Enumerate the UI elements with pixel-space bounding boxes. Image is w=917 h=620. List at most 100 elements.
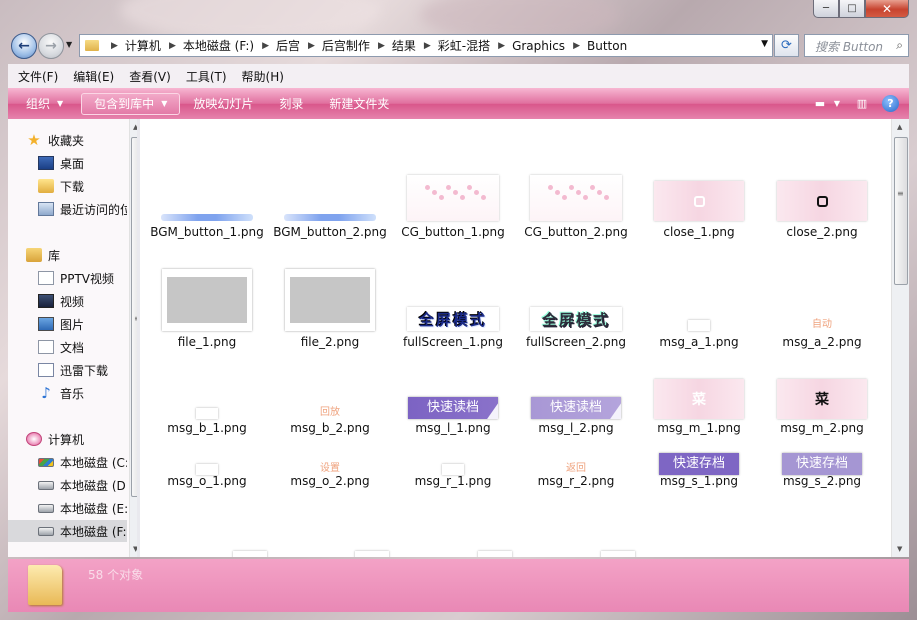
file-item[interactable]: 快速存档 msg_s_1.png [640, 119, 758, 557]
back-arrow-icon: ← [18, 38, 30, 54]
file-thumbnail[interactable] [355, 551, 389, 557]
breadcrumb-chevron-icon[interactable]: ▶ [424, 41, 431, 51]
library-folder-icon [38, 271, 54, 285]
library-icon [26, 248, 42, 262]
nav-label: 文档 [60, 340, 85, 355]
nav-drive-f[interactable]: 本地磁盘 (F:) [8, 520, 127, 542]
file-item[interactable]: msg_o_1.png [148, 119, 266, 557]
breadcrumb-item[interactable]: Button [587, 39, 627, 53]
recent-pages-dropdown[interactable]: ▼ [66, 40, 72, 49]
item-count: 58 个对象 [88, 568, 144, 582]
nav-label: 本地磁盘 (E:) [60, 501, 127, 516]
file-item[interactable]: msg_r_1.png [394, 119, 512, 557]
file-name: msg_o_2.png [290, 474, 370, 488]
content-scrollbar[interactable]: ▲ ≡ ▼ [891, 119, 909, 557]
breadcrumb-chevron-icon[interactable]: ▶ [169, 41, 176, 51]
nav-label: 本地磁盘 (F:) [60, 524, 127, 539]
nav-drive-e[interactable]: 本地磁盘 (E:) [38, 497, 127, 519]
view-icon: ▬ [814, 96, 826, 110]
preview-pane-button[interactable]: ▥ [852, 93, 872, 113]
include-in-library-button[interactable]: 包含到库中 ▼ [81, 92, 181, 115]
menu-file[interactable]: 文件(F) [18, 68, 58, 85]
search-placeholder: 搜索 Button [815, 40, 884, 54]
help-icon[interactable]: ? [882, 94, 899, 112]
star-icon: ★ [27, 131, 41, 149]
file-thumbnail[interactable] [601, 551, 635, 557]
view-options-button[interactable]: ▬ [810, 93, 830, 113]
nav-label: 桌面 [60, 156, 85, 171]
nav-label: 图片 [60, 317, 85, 332]
search-input[interactable]: 搜索 Button ⌕ [804, 34, 909, 57]
breadcrumb-item[interactable]: 结果 [392, 37, 416, 54]
scroll-up-icon[interactable]: ▲ [897, 123, 902, 131]
content-scroll-thumb[interactable] [894, 137, 908, 285]
nav-label: 视频 [60, 294, 85, 309]
back-button[interactable]: ← [11, 33, 37, 59]
view-dropdown[interactable]: ▼ [832, 93, 842, 113]
breadcrumb-chevron-icon[interactable]: ▶ [111, 41, 118, 51]
breadcrumb-chevron-icon[interactable]: ▶ [498, 41, 505, 51]
command-bar: 组织 ▼ 包含到库中 ▼ 放映幻灯片 刻录 新建文件夹 ▬ ▼ ▥ ? [8, 88, 909, 119]
address-bar[interactable]: ▶ 计算机 ▶ 本地磁盘 (F:) ▶ 后宫 ▶ 后宫制作 ▶ 结果 ▶ 彩虹-混搭 ▶ Graphics… [79, 34, 773, 57]
folder-icon [28, 565, 62, 605]
file-thumbnail[interactable] [233, 551, 267, 557]
breadcrumb-item[interactable]: 彩虹-混搭 [438, 37, 490, 54]
drive-icon [38, 503, 54, 513]
close-button[interactable]: ✕ [865, 0, 909, 18]
nav-label: PPTV视频 [60, 271, 115, 286]
file-item[interactable]: 快速存档 msg_s_2.png [763, 119, 881, 557]
forward-button[interactable]: → [38, 33, 64, 59]
nav-label: 迅雷下载 [60, 363, 109, 378]
folder-icon [85, 40, 99, 51]
thumbnail-text: 快速存档 [672, 456, 725, 471]
organize-label: 组织 [26, 97, 51, 111]
breadcrumb-chevron-icon[interactable]: ▶ [573, 41, 580, 51]
library-folder-icon [38, 363, 54, 377]
nav-label: 收藏夹 [48, 133, 85, 148]
file-name: msg_o_1.png [167, 474, 247, 488]
nav-drive-d[interactable]: 本地磁盘 (D:) [38, 474, 127, 496]
video-icon [38, 294, 54, 308]
breadcrumb-item[interactable]: 计算机 [125, 37, 161, 54]
nav-recent[interactable]: 最近访问的位置 [38, 198, 127, 220]
menu-tools[interactable]: 工具(T) [186, 68, 227, 85]
nav-favorites[interactable]: ★ 收藏夹 [26, 129, 143, 151]
breadcrumb-chevron-icon[interactable]: ▶ [378, 41, 385, 51]
desktop-icon [38, 156, 54, 170]
nav-computer[interactable]: 计算机 [26, 428, 143, 450]
breadcrumb-chevron-icon[interactable]: ▶ [308, 41, 315, 51]
grip-icon: ≡ [897, 189, 904, 198]
organize-button[interactable]: 组织 ▼ [8, 88, 76, 119]
breadcrumb-item[interactable]: 后宫 [276, 37, 300, 54]
file-name: msg_r_1.png [414, 474, 492, 488]
chevron-down-icon: ▼ [161, 99, 168, 108]
drive-icon [38, 526, 54, 536]
explorer-window: ─ □ ✕ ← → ▼ ▶ 计算机 ▶ 本地磁盘 (F:) ▶ 后宫 ▶ 后宫制作 ▶ 结果 ▶ 彩虹… [0, 0, 917, 620]
maximize-button[interactable]: □ [839, 0, 865, 18]
file-thumbnail[interactable] [478, 551, 512, 557]
nav-label: 本地磁盘 (C:) [60, 455, 127, 470]
minimize-button[interactable]: ─ [813, 0, 839, 18]
search-icon: ⌕ [896, 38, 903, 52]
menu-edit[interactable]: 编辑(E) [73, 68, 114, 85]
breadcrumb-chevron-icon[interactable]: ▶ [262, 41, 269, 51]
breadcrumb-item[interactable]: Graphics [512, 39, 565, 53]
new-folder-button[interactable]: 新建文件夹 [316, 88, 402, 119]
breadcrumb-item[interactable]: 后宫制作 [322, 37, 370, 54]
nav-drive-c[interactable]: 本地磁盘 (C:) [38, 451, 127, 473]
burn-button[interactable]: 刻录 [266, 88, 316, 119]
breadcrumb-item[interactable]: 本地磁盘 (F:) [183, 37, 254, 54]
recent-places-icon [38, 202, 54, 216]
file-item[interactable]: 设置 msg_o_2.png [271, 119, 389, 557]
menu-help[interactable]: 帮助(H) [242, 68, 284, 85]
picture-icon [38, 317, 54, 331]
address-history-dropdown[interactable]: ▼ [761, 39, 768, 49]
nav-label: 计算机 [48, 432, 85, 447]
refresh-button[interactable]: ⟳ [774, 34, 799, 57]
slideshow-button[interactable]: 放映幻灯片 [180, 88, 266, 119]
nav-libraries[interactable]: 库 [26, 244, 143, 266]
nav-label: 库 [48, 248, 61, 263]
file-item[interactable]: 返回 msg_r_2.png [517, 119, 635, 557]
scroll-down-icon[interactable]: ▼ [897, 545, 902, 553]
menu-view[interactable]: 查看(V) [129, 68, 171, 85]
